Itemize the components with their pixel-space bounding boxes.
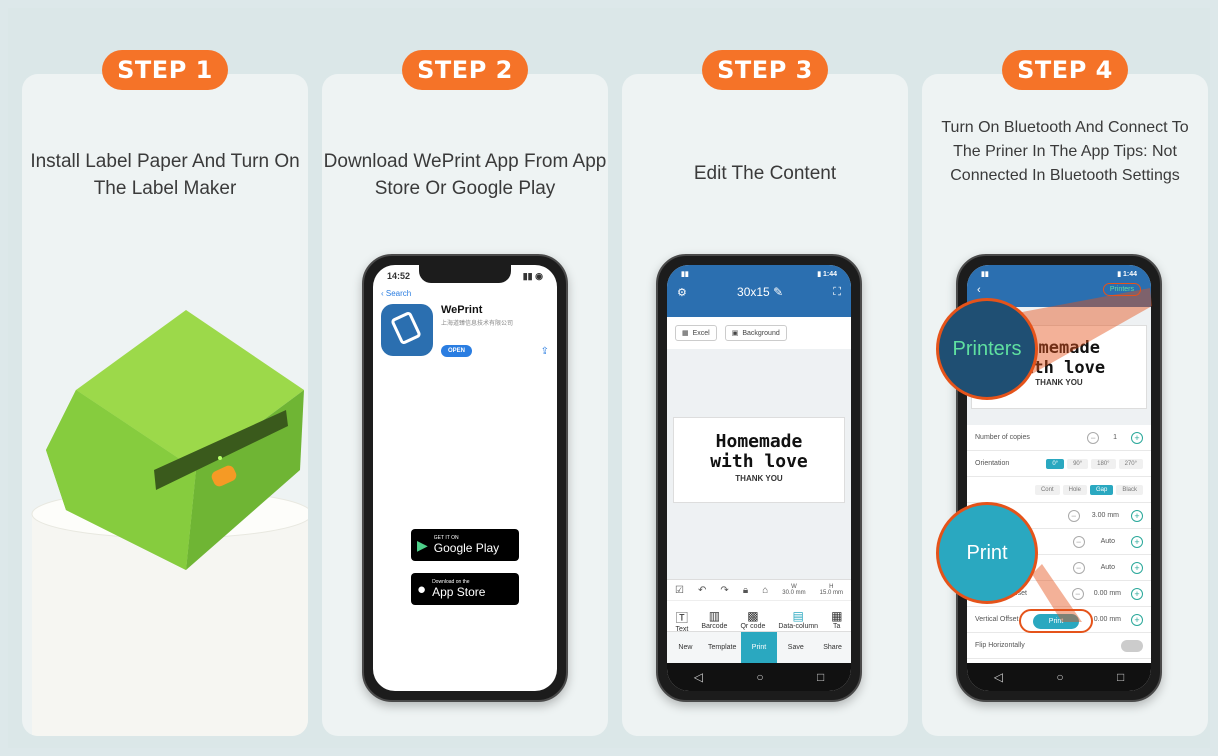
back-nav-icon[interactable]: ◁ xyxy=(694,670,703,684)
share-icon[interactable]: ⇪ xyxy=(541,346,549,357)
printers-callout: Printers xyxy=(936,298,1038,400)
bottom-share[interactable]: Share xyxy=(814,632,851,663)
height-readout: H 15.0 mm xyxy=(820,584,843,596)
excel-button[interactable]: ▦ Excel xyxy=(675,325,717,341)
step-3-panel: Edit The Content ▮▮ ▮ 1:44 ⚙ 30x15 ✎ ⛶ ▦ E… xyxy=(622,74,908,736)
phone-editor: ▮▮ ▮ 1:44 ⚙ 30x15 ✎ ⛶ ▦ Excel ▣ Background … xyxy=(656,254,862,702)
android-nav-bar: ◁ ○ □ xyxy=(667,663,851,691)
bottom-new[interactable]: New xyxy=(667,632,704,663)
phone-notch xyxy=(419,265,511,283)
google-play-big: Google Play xyxy=(433,541,500,555)
tool-barcode[interactable]: ▥ Barcode xyxy=(701,609,727,633)
excel-label: Excel xyxy=(692,329,710,337)
bottom-print[interactable]: Print xyxy=(740,632,778,663)
settings-icon[interactable]: ⚙ xyxy=(677,286,687,299)
tool-qrcode[interactable]: ▩ Qr code xyxy=(740,609,765,633)
home-nav-icon[interactable]: ○ xyxy=(756,670,763,684)
unlock-icon[interactable]: ⌂ xyxy=(762,585,768,596)
label-canvas[interactable]: Homemade with love THANK YOU xyxy=(673,417,845,503)
label-size[interactable]: 30x15 ✎ xyxy=(737,285,783,299)
step-1-panel: Install Label Paper And Turn On The Labe… xyxy=(22,74,308,736)
step-2-badge: STEP 2 xyxy=(402,50,528,90)
tool-table-label: Ta xyxy=(833,623,841,630)
step-3-title: Edit The Content xyxy=(693,163,837,184)
tool-barcode-label: Barcode xyxy=(701,623,728,630)
status-bar: ▮▮ ▮ 1:44 xyxy=(681,271,837,278)
google-play-badge[interactable]: ▶ GET IT ON Google Play xyxy=(411,529,519,561)
barcode-icon: ▥ xyxy=(708,609,721,623)
back-search-link[interactable]: ‹ Search xyxy=(373,287,557,300)
app-name: WePrint xyxy=(441,304,483,316)
callout-connectors xyxy=(1022,288,1152,622)
table-icon: ▦ xyxy=(831,609,843,623)
back-search-label: Search xyxy=(385,289,412,298)
tool-text[interactable]: 🅃 Text xyxy=(676,609,689,633)
apple-icon: ● xyxy=(417,580,427,598)
label-line-3: THANK YOU xyxy=(735,474,783,483)
recents-nav-icon[interactable]: □ xyxy=(817,670,824,684)
background-label: Background xyxy=(742,329,780,337)
background-button[interactable]: ▣ Background xyxy=(724,325,787,341)
open-button[interactable]: OPEN xyxy=(441,345,473,357)
tool-datacolumn[interactable]: ▤ Data-column xyxy=(778,609,818,633)
step-2-title: Download WePrint App From App Store Or G… xyxy=(323,151,607,199)
phone-appstore: 14:52 ▮▮ ◉ ‹ Search WePrint 上海道臻信息技术有限公司… xyxy=(362,254,568,702)
app-store-badge[interactable]: ● Download on the App Store xyxy=(411,573,519,605)
qrcode-icon: ▩ xyxy=(747,609,759,623)
step-4-panel: Turn On Bluetooth And Connect To The Pri… xyxy=(922,74,1208,736)
google-play-icon: ▶ xyxy=(417,536,428,553)
label-line-1: Homemade xyxy=(715,431,803,452)
checkbox-icon[interactable]: ☑ xyxy=(675,585,684,596)
redo-icon[interactable]: ↷ xyxy=(720,585,728,596)
w-value: 30.0 mm xyxy=(782,590,806,596)
label-size-text: 30x15 xyxy=(737,285,770,299)
undo-icon[interactable]: ↶ xyxy=(698,585,706,596)
status-time: 14:52 xyxy=(387,271,411,281)
h-value: 15.0 mm xyxy=(819,590,843,596)
lock-icon[interactable]: 🔒︎ xyxy=(743,585,748,596)
image-icon: ▣ xyxy=(731,330,739,337)
label-line-2: with love xyxy=(710,451,808,472)
weprint-app-icon xyxy=(381,304,433,356)
tool-qrcode-label: Qr code xyxy=(740,623,766,630)
background-frame: Install Label Paper And Turn On The Labe… xyxy=(8,8,1210,748)
text-tool-icon: 🅃 xyxy=(675,611,688,625)
signal-icon: ▮▮ ◉ xyxy=(522,270,543,281)
step-1-title: Install Label Paper And Turn On The Labe… xyxy=(30,151,300,199)
step-1-badge: STEP 1 xyxy=(102,50,228,90)
tool-table[interactable]: ▦ Ta xyxy=(831,609,842,633)
print-callout: Print xyxy=(936,502,1038,604)
bottom-save[interactable]: Save xyxy=(777,632,814,663)
step-4-badge: STEP 4 xyxy=(1002,50,1128,90)
step-3-badge: STEP 3 xyxy=(702,50,828,90)
app-store-big: App Store xyxy=(432,585,486,599)
printers-callout-text: Printers xyxy=(952,337,1022,360)
datacolumn-icon: ▤ xyxy=(792,609,804,623)
step-2-panel: Download WePrint App From App Store Or G… xyxy=(322,74,608,736)
tool-datacolumn-label: Data-column xyxy=(778,623,819,630)
fullscreen-icon[interactable]: ⛶ xyxy=(833,286,841,299)
bottom-template[interactable]: Template xyxy=(704,632,741,663)
app-developer: 上海道臻信息技术有限公司 xyxy=(441,321,514,327)
width-readout: W 30.0 mm xyxy=(782,584,805,596)
label-maker-image xyxy=(46,310,304,570)
excel-icon: ▦ xyxy=(682,330,689,337)
print-callout-text: Print xyxy=(966,541,1008,564)
